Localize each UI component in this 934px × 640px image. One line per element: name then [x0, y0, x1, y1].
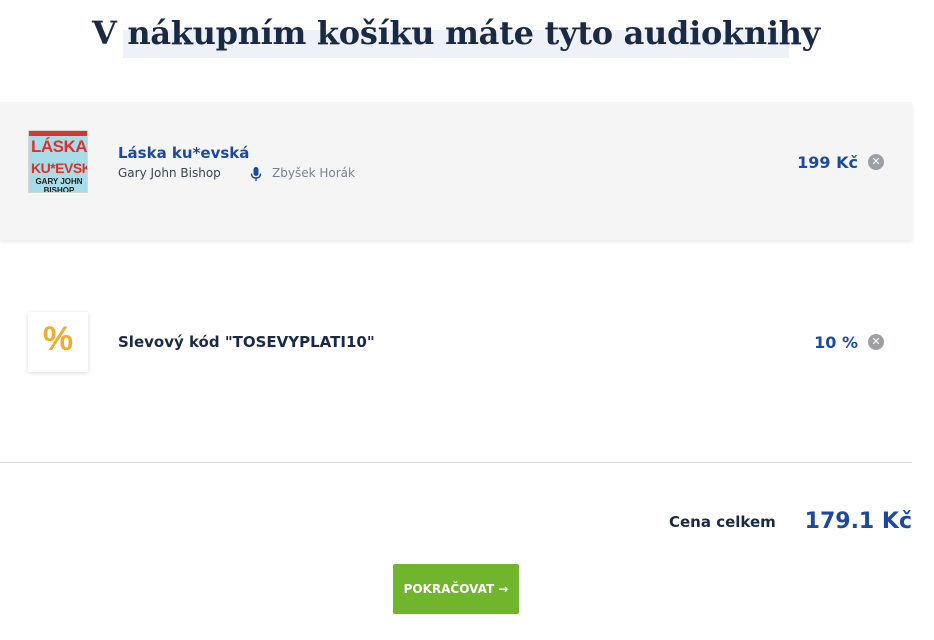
close-circle-icon: ✕: [871, 335, 881, 348]
microphone-icon: [250, 167, 262, 181]
discount-row: % Slevový kód "TOSEVYPLATI10" 10 % ✕: [0, 270, 912, 410]
cart-item: LÁSKA KU*EVSKÁ GARY JOHN BISHOP Láska ku…: [0, 102, 912, 240]
book-cover[interactable]: LÁSKA KU*EVSKÁ GARY JOHN BISHOP: [28, 130, 88, 193]
total-label: Cena celkem: [669, 513, 776, 531]
book-title-link[interactable]: Láska ku*evská: [118, 144, 249, 162]
book-narrator[interactable]: Zbyšek Horák: [272, 166, 355, 180]
item-price: 199 Kč: [797, 153, 858, 172]
percent-icon: %: [28, 312, 88, 372]
summary-divider: [0, 462, 912, 463]
book-author[interactable]: Gary John Bishop: [118, 166, 221, 180]
discount-code-label: Slevový kód "TOSEVYPLATI10": [118, 333, 375, 351]
percent-glyph: %: [42, 320, 74, 358]
remove-discount-button[interactable]: ✕: [868, 334, 884, 350]
cover-author: GARY JOHN BISHOP: [35, 177, 83, 193]
cover-top-strip: [29, 131, 87, 136]
discount-value: 10 %: [814, 333, 858, 352]
remove-item-button[interactable]: ✕: [868, 154, 884, 170]
page-header: V nákupním košíku máte tyto audioknihy: [0, 0, 912, 70]
close-circle-icon: ✕: [871, 155, 881, 168]
cover-title-line1: LÁSKA: [31, 137, 88, 156]
page-title: V nákupním košíku máte tyto audioknihy: [92, 14, 820, 52]
continue-button[interactable]: POKRAČOVAT →: [393, 564, 519, 614]
cover-title-line2: KU*EVSKÁ: [31, 160, 87, 176]
total-price: 179.1 Kč: [804, 509, 912, 534]
